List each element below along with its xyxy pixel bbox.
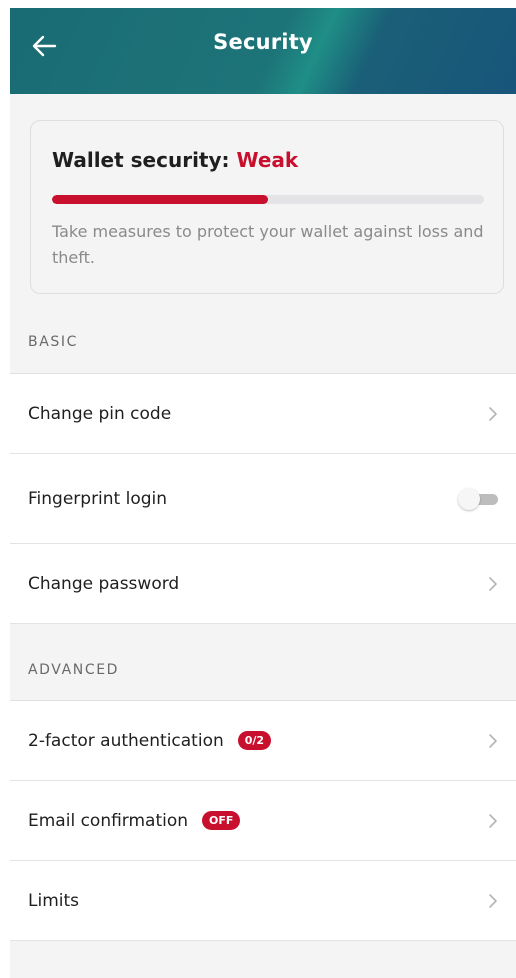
security-screen: Security Wallet security: Weak Take meas… <box>10 8 516 978</box>
wallet-security-card: Wallet security: Weak Take measures to p… <box>30 120 504 294</box>
wallet-security-label: Wallet security: <box>52 148 237 172</box>
toggle-knob <box>458 487 480 510</box>
change-pin-code-label: Change pin code <box>28 403 172 424</box>
advanced-settings-list: 2-factor authentication 0/2 Email confir… <box>10 700 516 941</box>
email-confirmation-label: Email confirmation <box>28 810 189 831</box>
chevron-right-icon <box>489 893 497 908</box>
page-title: Security <box>213 30 313 54</box>
email-confirmation-row[interactable]: Email confirmation OFF <box>10 781 516 861</box>
change-password-row[interactable]: Change password <box>10 544 516 624</box>
two-factor-authentication-row[interactable]: 2-factor authentication 0/2 <box>10 701 516 781</box>
limits-label: Limits <box>28 890 79 911</box>
fingerprint-login-toggle[interactable] <box>458 487 500 511</box>
chevron-right-icon <box>489 576 497 591</box>
email-confirmation-status-badge: OFF <box>202 811 241 830</box>
section-label-advanced: ADVANCED <box>28 662 120 678</box>
security-progress-bar <box>52 195 484 204</box>
limits-row[interactable]: Limits <box>10 861 516 941</box>
section-label-basic: BASIC <box>28 334 78 350</box>
wallet-security-title: Wallet security: Weak <box>52 148 298 172</box>
basic-settings-list: Change pin code Fingerprint login Change… <box>10 373 516 624</box>
top-app-bar: Security <box>10 8 516 94</box>
change-pin-code-row[interactable]: Change pin code <box>10 374 516 454</box>
chevron-right-icon <box>489 406 497 421</box>
two-factor-authentication-label: 2-factor authentication <box>28 730 224 751</box>
wallet-security-description: Take measures to protect your wallet aga… <box>52 222 484 267</box>
chevron-right-icon <box>489 733 497 748</box>
change-password-label: Change password <box>28 573 180 594</box>
app-frame: Security Wallet security: Weak Take meas… <box>0 0 516 978</box>
security-progress-fill <box>52 195 268 204</box>
chevron-right-icon <box>489 813 497 828</box>
fingerprint-login-label: Fingerprint login <box>28 488 168 509</box>
two-factor-status-badge: 0/2 <box>237 731 272 750</box>
wallet-security-status: Weak <box>236 148 299 172</box>
fingerprint-login-row: Fingerprint login <box>10 454 516 544</box>
